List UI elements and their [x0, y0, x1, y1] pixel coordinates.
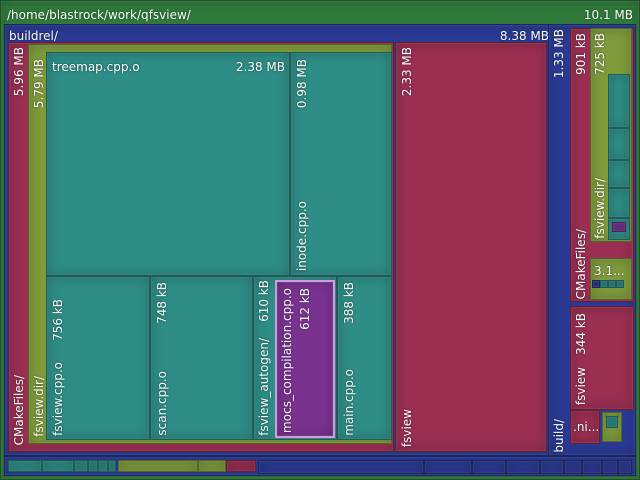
tile-build-small-object-2[interactable]: [600, 280, 608, 288]
tile-bottom-strip-item-13[interactable]: [506, 460, 540, 474]
fsview-autogen-name-label: fsview_autogen/: [257, 338, 271, 436]
tile-bottom-strip-item-4[interactable]: [88, 460, 98, 472]
main-cpp-size-label: 388 kB: [342, 282, 356, 324]
tile-build-tiny-object[interactable]: [606, 416, 618, 428]
tile-bottom-strip-item-5[interactable]: [98, 460, 108, 472]
tile-build-object-1[interactable]: [608, 74, 630, 128]
tile-inode-cpp-o[interactable]: inode.cpp.o 0.98 MB: [290, 52, 392, 276]
tile-build-small-dir[interactable]: 3.1...: [590, 258, 632, 300]
tile-build-small-object-3[interactable]: [608, 280, 616, 288]
tile-bottom-strip-item-10[interactable]: [258, 460, 424, 474]
fsview-dir-size-label: 5.79 MB: [32, 59, 46, 109]
mocs-name-label: mocs_compilation.cpp.o: [280, 288, 294, 433]
tile-bottom-strip-item-14[interactable]: [540, 460, 564, 474]
tile-fsview-cpp-o[interactable]: fsview.cpp.o 756 kB: [46, 276, 150, 440]
tile-mocs-compilation-cpp-o[interactable]: mocs_compilation.cpp.o 612 kB: [275, 280, 335, 438]
tile-bottom-strip-item-7[interactable]: [118, 460, 198, 472]
cmakefiles-size-label: 5.96 MB: [12, 47, 26, 97]
tile-bottom-strip-item-17[interactable]: [602, 460, 618, 474]
tile-bottom-strip-item-11[interactable]: [424, 460, 472, 474]
tile-build-small-object-1[interactable]: [592, 280, 600, 288]
treemap-name-label: treemap.cpp.o: [52, 60, 140, 74]
tile-bottom-strip-item-2[interactable]: [42, 460, 74, 472]
fsview-autogen-size-label: 610 kB: [257, 280, 271, 322]
tile-bottom-strip-item-15[interactable]: [564, 460, 582, 474]
fsview-dir-name-label: fsview.dir/: [32, 376, 46, 437]
scan-cpp-name-label: scan.cpp.o: [155, 371, 169, 436]
build-fsview-dir-size-label: 725 kB: [593, 33, 607, 75]
buildrel-name-label: buildrel/: [9, 29, 58, 43]
build-hidden-item-label: .ni...: [573, 420, 600, 434]
tile-build-object-3[interactable]: [608, 160, 630, 188]
tile-build-hidden-item[interactable]: .ni...: [570, 410, 600, 444]
inode-size-label: 0.98 MB: [295, 59, 309, 109]
fsview-binary-size-label: 2.33 MB: [400, 47, 414, 97]
build-cmakefiles-name-label: CMakeFiles/: [574, 228, 588, 299]
scan-cpp-size-label: 748 kB: [155, 282, 169, 324]
fsview-cpp-size-label: 756 kB: [51, 299, 65, 341]
root-size-label: 10.1 MB: [583, 8, 633, 22]
build-cmakefiles-size-label: 901 kB: [574, 33, 588, 75]
tile-bottom-strip-item-18[interactable]: [618, 460, 632, 474]
tile-treemap-cpp-o[interactable]: treemap.cpp.o 2.38 MB: [46, 52, 290, 276]
build-fsview-dir-name-label: fsview.dir/: [593, 178, 607, 239]
tile-build-object-2[interactable]: [608, 128, 630, 160]
root-path-label: /home/blastrock/work/qfsview/: [7, 8, 191, 22]
mocs-size-label: 612 kB: [298, 288, 312, 330]
tile-build-mocs-object[interactable]: [612, 222, 626, 232]
tile-bottom-strip-item-9[interactable]: [226, 460, 256, 472]
tile-build-object-4[interactable]: [608, 188, 630, 218]
cmakefiles-name-label: CMakeFiles/: [12, 374, 26, 445]
tile-main-cpp-o[interactable]: main.cpp.o 388 kB: [337, 276, 392, 440]
treemap-view: /home/blastrock/work/qfsview/ 10.1 MB bu…: [0, 0, 640, 480]
build-fsview-binary-size-label: 344 kB: [574, 313, 588, 355]
buildrel-size-label: 8.38 MB: [499, 29, 549, 43]
tile-bottom-strip-item-12[interactable]: [472, 460, 506, 474]
main-cpp-name-label: main.cpp.o: [342, 369, 356, 436]
tile-build-fsview-binary[interactable]: fsview 344 kB: [570, 306, 634, 410]
tile-scan-cpp-o[interactable]: scan.cpp.o 748 kB: [150, 276, 253, 440]
build-fsview-binary-name-label: fsview: [574, 366, 588, 405]
inode-name-label: inode.cpp.o: [295, 200, 309, 271]
tile-bottom-strip-item-16[interactable]: [582, 460, 602, 474]
tile-fsview-binary[interactable]: fsview 2.33 MB: [395, 42, 547, 452]
treemap-size-label: 2.38 MB: [235, 60, 285, 74]
tile-build-small-object-4[interactable]: [616, 280, 624, 288]
tile-bottom-strip-item-8[interactable]: [198, 460, 226, 472]
tile-bottom-strip-item-3[interactable]: [74, 460, 88, 472]
build-size-label: 1.33 MB: [552, 29, 566, 79]
fsview-cpp-name-label: fsview.cpp.o: [51, 362, 65, 436]
tile-bottom-strip-item-6[interactable]: [108, 460, 116, 472]
build-small-dir-label: 3.1...: [594, 264, 625, 278]
tile-bottom-strip-item-1[interactable]: [8, 460, 42, 472]
fsview-binary-name-label: fsview: [400, 408, 414, 447]
build-name-label: build/: [552, 419, 566, 453]
